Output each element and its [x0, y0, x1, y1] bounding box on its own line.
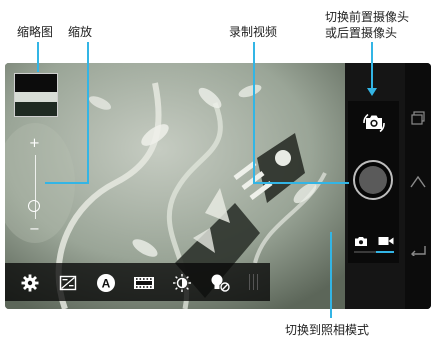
photo-mode-callout-label: 切换到照相模式	[285, 323, 370, 337]
zoom-in-icon[interactable]: +	[29, 137, 40, 150]
video-mode-icon[interactable]	[378, 236, 394, 246]
record-video-callout-label: 录制视频	[229, 25, 278, 39]
phone-screen: + − A	[5, 63, 431, 309]
switch-camera-icon[interactable]	[362, 110, 386, 134]
shutter-record-button[interactable]	[353, 160, 393, 200]
camera-mode-icon[interactable]	[354, 236, 368, 247]
camera-video-mode-switch[interactable]	[354, 234, 394, 248]
film-strip-icon[interactable]	[133, 272, 155, 294]
home-icon[interactable]	[409, 171, 427, 193]
thumbnail-image	[15, 74, 57, 116]
toolbar-divider	[249, 274, 250, 290]
mode-indicator	[354, 251, 394, 253]
exposure-icon[interactable]	[57, 272, 79, 294]
svg-text:A: A	[102, 277, 111, 291]
recent-apps-icon[interactable]	[409, 107, 427, 129]
toolbar-divider	[253, 274, 254, 290]
last-photo-thumbnail[interactable]	[14, 73, 58, 117]
auto-mode-icon[interactable]: A	[95, 272, 117, 294]
toolbar-divider	[257, 274, 258, 290]
switch-camera-callout-label-line2: 或后置摄像头	[325, 26, 398, 40]
capture-control-panel	[348, 101, 399, 263]
camera-settings-toolbar: A	[5, 263, 270, 301]
zoom-callout-label: 缩放	[68, 25, 93, 39]
active-mode-indicator	[376, 251, 394, 253]
zoom-out-icon[interactable]: −	[29, 223, 40, 236]
flash-off-icon[interactable]	[209, 272, 231, 294]
thumbnail-callout-label: 缩略图	[17, 25, 54, 39]
gear-icon[interactable]	[19, 272, 41, 294]
switch-camera-callout-label-line1: 切换前置摄像头	[325, 10, 410, 24]
shutter-button-core	[359, 166, 387, 194]
white-balance-icon[interactable]	[171, 272, 193, 294]
system-navigation-bar	[405, 63, 431, 309]
back-icon[interactable]	[409, 239, 427, 261]
camera-viewfinder: + − A	[5, 63, 345, 309]
